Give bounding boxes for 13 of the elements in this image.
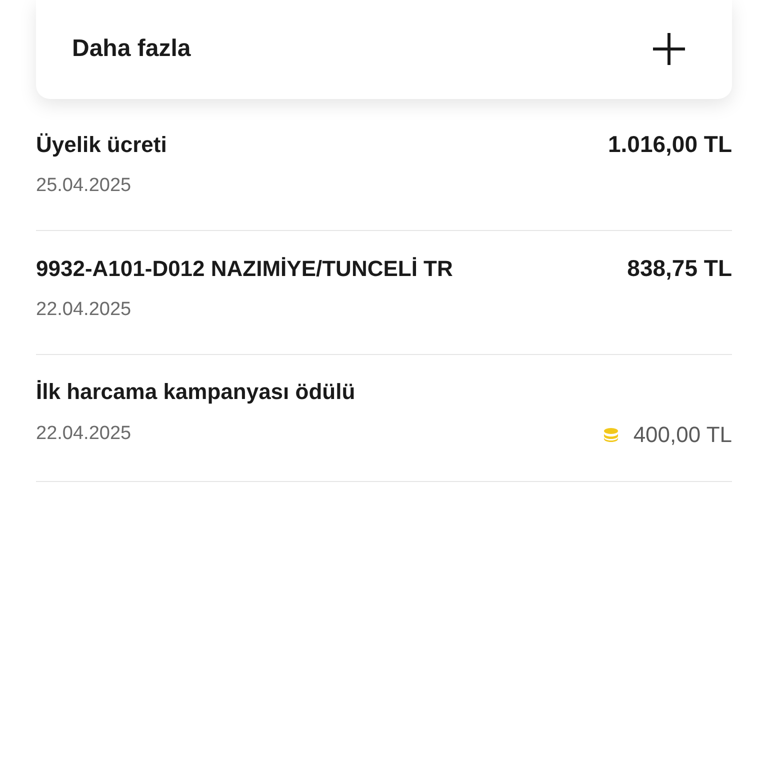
- transaction-date: 25.04.2025: [36, 174, 132, 198]
- coin-stack-icon: [603, 426, 620, 442]
- transaction-title: Üyelik ücreti: [36, 130, 167, 159]
- transaction-date: 22.04.2025: [36, 298, 132, 322]
- transaction-date: 22.04.2025: [36, 422, 132, 446]
- more-card[interactable]: Daha fazla: [36, 0, 732, 99]
- transaction-amount: 838,75 TL: [627, 254, 732, 283]
- reward-amount: 400,00 TL: [633, 421, 732, 449]
- plus-icon[interactable]: [652, 32, 686, 66]
- transaction-amount: 1.016,00 TL: [608, 130, 732, 159]
- transaction-title: 9932-A101-D012 NAZIMİYE/TUNCELİ TR: [36, 254, 453, 283]
- more-label: Daha fazla: [72, 34, 191, 64]
- transaction-title: İlk harcama kampanyası ödülü: [36, 378, 356, 406]
